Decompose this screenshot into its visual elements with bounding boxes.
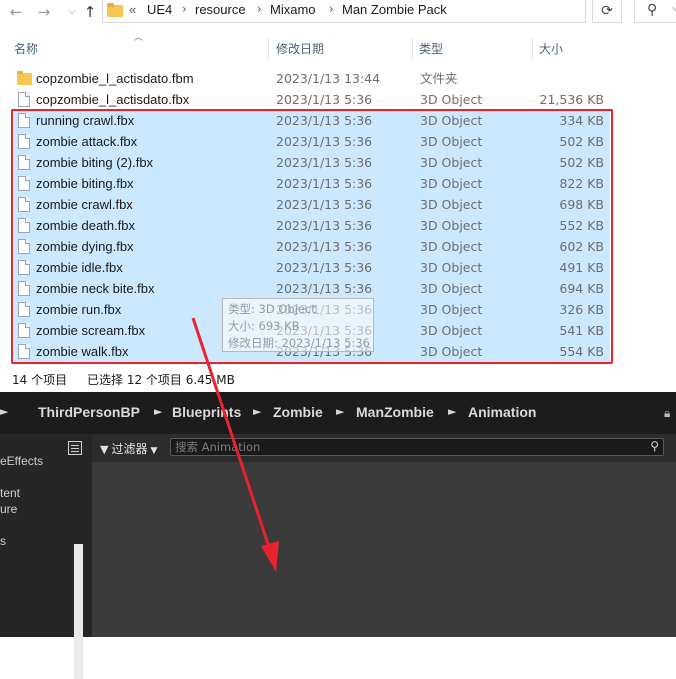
tree-item-content[interactable]: tent xyxy=(0,486,20,500)
file-name: copzombie_l_actisdato.fbx xyxy=(36,92,190,107)
chevron-right-icon[interactable]: › xyxy=(329,2,334,16)
file-date: 2023/1/13 13:44 xyxy=(276,71,381,86)
path-manzombie[interactable]: ManZombie xyxy=(356,404,434,420)
search-icon: ⚲ xyxy=(650,439,659,453)
address-bar[interactable]: « UE4 › resource › Mixamo › Man Zombie P… xyxy=(102,0,676,23)
status-bar: 14 个项目 已选择 12 个项目 6.45 MB xyxy=(0,368,676,390)
column-divider[interactable] xyxy=(532,38,533,60)
content-path-bar: ► ThirdPersonBP ► Blueprints ► Zombie ► … xyxy=(0,392,676,434)
lock-icon[interactable]: 🔒︎ xyxy=(664,406,676,420)
filter-button[interactable]: ▼ 过滤器 ▼ xyxy=(100,440,157,457)
file-size: 21,536 KB xyxy=(539,92,604,107)
sort-ascending-icon: ︿ xyxy=(134,33,144,43)
recent-locations-dropdown[interactable]: ⌵ xyxy=(62,2,82,22)
refresh-icon: ⟳ xyxy=(601,3,613,19)
breadcrumb-man-zombie-pack[interactable]: Man Zombie Pack xyxy=(342,2,447,17)
navigation-bar: ← → ⌵ ↑ « UE4 › resource › Mixamo › Man … xyxy=(0,0,676,24)
asset-search-box[interactable]: ⚲ xyxy=(170,438,664,456)
chevron-down-icon: ▼ xyxy=(150,446,158,456)
path-thirdpersonbp[interactable]: ThirdPersonBP xyxy=(38,404,140,420)
chevron-right-icon[interactable]: ► xyxy=(448,405,456,418)
column-header-type[interactable]: 类型 xyxy=(419,38,443,60)
filter-icon: ▼ xyxy=(100,443,109,456)
path-zombie[interactable]: Zombie xyxy=(273,404,323,420)
chevron-right-icon[interactable]: › xyxy=(182,2,187,16)
breadcrumb-resource[interactable]: resource xyxy=(195,2,246,17)
file-type: 文件夹 xyxy=(420,71,458,86)
unreal-content-browser: ► ThirdPersonBP ► Blueprints ► Zombie ► … xyxy=(0,392,676,679)
column-header-date[interactable]: 修改日期 xyxy=(276,38,324,60)
up-button[interactable]: ↑ xyxy=(80,2,100,22)
chevron-right-icon[interactable]: › xyxy=(257,2,262,16)
list-view-icon[interactable] xyxy=(68,441,82,455)
back-button[interactable]: ← xyxy=(6,2,26,22)
column-header-size[interactable]: 大小 xyxy=(539,38,563,60)
column-divider[interactable] xyxy=(268,38,269,60)
path-animation[interactable]: Animation xyxy=(468,404,536,420)
file-date: 2023/1/13 5:36 xyxy=(276,92,373,107)
chevron-right-icon[interactable]: ► xyxy=(0,405,8,418)
file-row[interactable]: copzombie_l_actisdato.fbx 2023/1/13 5:36 3… xyxy=(14,89,610,110)
item-count: 14 个项目 xyxy=(12,373,68,387)
search-box[interactable]: ⚲ xyxy=(634,0,676,23)
file-explorer-window: ← → ⌵ ↑ « UE4 › resource › Mixamo › Man … xyxy=(0,0,676,392)
chevron-right-icon[interactable]: ► xyxy=(154,405,162,418)
tooltip-size: 大小: 693 KB xyxy=(228,319,300,333)
column-divider[interactable] xyxy=(412,38,413,60)
breadcrumb-mixamo[interactable]: Mixamo xyxy=(270,2,316,17)
tree-item-other[interactable]: s xyxy=(0,534,6,548)
file-icon xyxy=(18,92,30,107)
folder-icon xyxy=(17,71,32,85)
search-icon: ⚲ xyxy=(647,2,658,18)
path-blueprints[interactable]: Blueprints xyxy=(172,404,241,420)
address-overflow-chevron[interactable]: « xyxy=(129,2,136,17)
folder-icon xyxy=(107,3,123,17)
folder-tree-panel: eEffects tent ure s xyxy=(0,434,86,679)
chevron-right-icon[interactable]: ► xyxy=(336,405,344,418)
tree-scrollbar[interactable] xyxy=(74,544,83,679)
asset-toolbar: ▼过滤器▼ ⚲ xyxy=(92,434,676,462)
file-tooltip: 类型: 3D Object 大小: 693 KB 修改日期: 2023/1/13… xyxy=(222,298,374,352)
selection-summary: 已选择 12 个项目 6.45 MB xyxy=(87,373,235,387)
file-name: copzombie_l_actisdato.fbm xyxy=(36,71,194,86)
breadcrumb-ue4[interactable]: UE4 xyxy=(147,2,172,17)
asset-view-panel: ▼过滤器▼ ⚲ xyxy=(92,434,676,637)
tree-item-effects[interactable]: eEffects xyxy=(0,454,43,468)
filter-label: 过滤器 xyxy=(111,442,148,456)
tree-item-texture[interactable]: ure xyxy=(0,502,17,516)
refresh-button[interactable]: ⟳ xyxy=(592,0,622,23)
tooltip-type: 类型: 3D Object xyxy=(228,302,316,316)
asset-search-input[interactable] xyxy=(175,439,635,455)
forward-button[interactable]: → xyxy=(34,2,54,22)
file-type: 3D Object xyxy=(420,92,483,107)
tooltip-date: 修改日期: 2023/1/13 5:36 xyxy=(228,336,370,350)
column-header-name[interactable]: 名称 xyxy=(14,38,38,60)
file-row[interactable]: copzombie_l_actisdato.fbm 2023/1/13 13:44… xyxy=(14,68,610,89)
chevron-right-icon[interactable]: ► xyxy=(253,405,261,418)
